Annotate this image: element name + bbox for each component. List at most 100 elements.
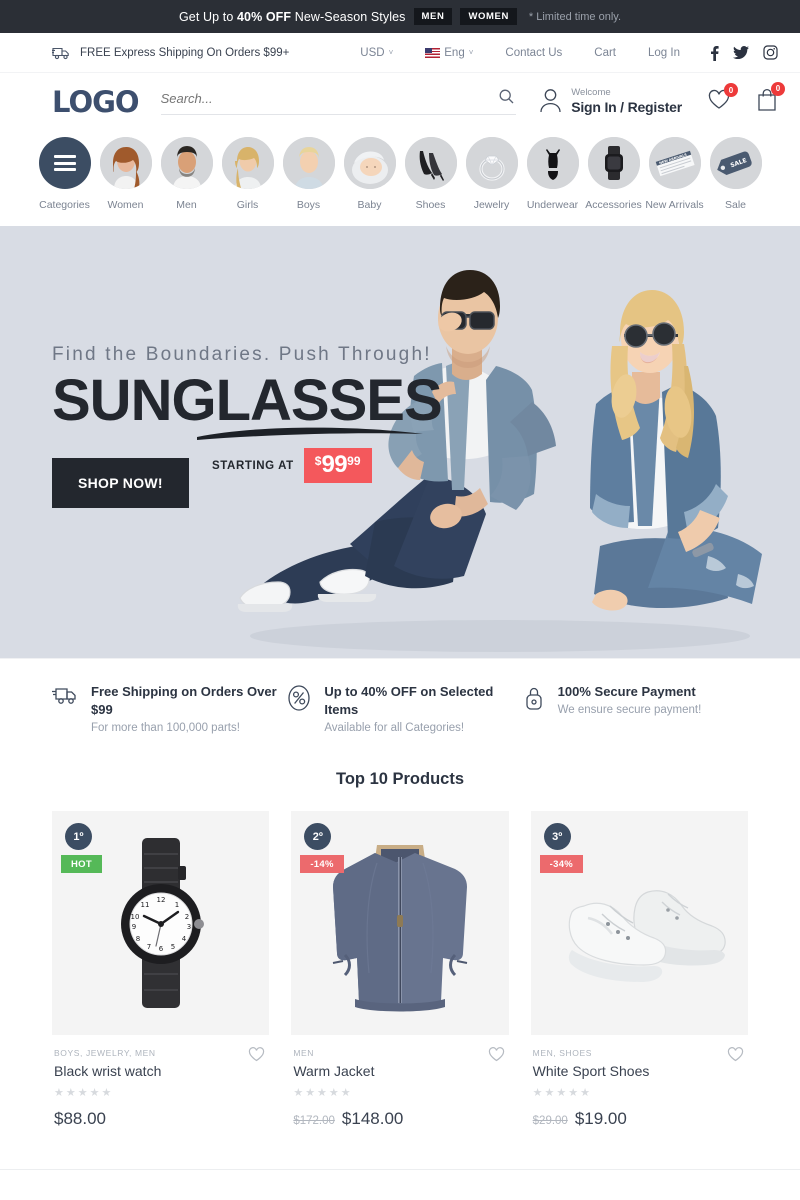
- product-image[interactable]: 3º -34%: [530, 811, 748, 1036]
- category-item-accessories[interactable]: Accessories: [583, 137, 644, 212]
- product-name[interactable]: Warm Jacket: [293, 1063, 506, 1079]
- site-header: LOGO Welcome Sign In / Register 0: [0, 73, 800, 131]
- categories-circle: [38, 137, 91, 189]
- category-label: Jewelry: [473, 199, 510, 211]
- product-card[interactable]: 3º -34% MEN, SHOES White Sport Shoes ★★★…: [530, 811, 748, 1129]
- features-strip: Free Shipping on Orders Over $99 For mor…: [0, 658, 800, 762]
- page-root: Get Up to 40% OFF New-Season Styles MEN …: [0, 0, 800, 1171]
- category-item-new-arrivals[interactable]: NEW ARRIVALS New Arrivals: [644, 137, 705, 212]
- new-arrivals-tag-icon: NEW ARRIVALS: [648, 137, 701, 189]
- wishlist-toggle[interactable]: [727, 1047, 744, 1065]
- user-icon[interactable]: [539, 87, 562, 118]
- category-item-girls[interactable]: Girls: [217, 137, 278, 212]
- black-wrist-watch-image: 12 12 345 678 9 1011: [85, 828, 236, 1019]
- promo-note: * Limited time only.: [528, 10, 622, 23]
- truck-icon: [52, 685, 78, 710]
- svg-text:6: 6: [158, 945, 163, 953]
- product-categories[interactable]: MEN: [293, 1048, 506, 1058]
- product-categories[interactable]: MEN, SHOES: [533, 1048, 746, 1058]
- svg-text:12: 12: [156, 896, 165, 904]
- twitter-icon[interactable]: [733, 46, 749, 59]
- product-name[interactable]: Black wrist watch: [54, 1063, 267, 1079]
- svg-text:11: 11: [140, 901, 149, 909]
- site-logo[interactable]: LOGO: [52, 85, 140, 119]
- cart-link[interactable]: Cart: [578, 47, 632, 59]
- warm-jacket-image: [314, 823, 485, 1024]
- product-price-row: $88.00: [54, 1109, 267, 1129]
- search-icon: [499, 89, 514, 107]
- currency-selector[interactable]: USD ˅: [344, 47, 409, 59]
- product-info: MEN Warm Jacket ★★★★★ $172.00 $148.00: [291, 1035, 508, 1129]
- feature-text: Free Shipping on Orders Over $99 For mor…: [91, 683, 277, 734]
- category-item-sale[interactable]: SALE Sale: [705, 137, 766, 212]
- svg-text:1: 1: [174, 901, 178, 909]
- us-flag-icon: [425, 47, 441, 58]
- promo-chip-men[interactable]: MEN: [413, 8, 453, 25]
- product-price-original: $172.00: [293, 1115, 335, 1128]
- category-item-categories[interactable]: Categories: [34, 137, 95, 212]
- svg-text:2: 2: [184, 913, 188, 921]
- utility-bar: FREE Express Shipping On Orders $99+ USD…: [0, 33, 800, 73]
- product-categories[interactable]: BOYS, JEWELRY, MEN: [54, 1048, 267, 1058]
- search-input[interactable]: [160, 90, 497, 106]
- footer-divider: [0, 1169, 800, 1171]
- rank-badge: 3º: [543, 823, 571, 851]
- svg-text:10: 10: [130, 913, 139, 921]
- feature-desc: We ensure secure payment!: [557, 704, 702, 717]
- category-label: Baby: [357, 199, 382, 211]
- product-info: MEN, SHOES White Sport Shoes ★★★★★ $29.0…: [531, 1035, 748, 1129]
- category-label: Accessories: [585, 199, 642, 211]
- feature-title: Free Shipping on Orders Over $99: [91, 684, 277, 718]
- search-button[interactable]: [497, 89, 516, 107]
- wishlist-button[interactable]: 0: [707, 83, 738, 115]
- hero-price-main: 99: [321, 451, 348, 479]
- category-label: Men: [176, 199, 197, 211]
- signin-register-link[interactable]: Sign In / Register: [571, 99, 682, 115]
- lock-icon: [523, 685, 545, 716]
- login-link[interactable]: Log In: [632, 47, 696, 59]
- category-item-underwear[interactable]: Underwear: [522, 137, 583, 212]
- category-item-men[interactable]: Men: [156, 137, 217, 212]
- product-name[interactable]: White Sport Shoes: [533, 1063, 746, 1079]
- promo-chip-women[interactable]: WOMEN: [460, 8, 517, 25]
- feature-title: 100% Secure Payment: [557, 684, 696, 700]
- category-item-shoes[interactable]: Shoes: [400, 137, 461, 212]
- product-card[interactable]: 2º -14% MEN Warm Jacket ★★★★★ $172.00 $1…: [291, 811, 509, 1129]
- lingerie-icon: [526, 137, 579, 189]
- contact-us-link[interactable]: Contact Us: [489, 47, 578, 59]
- hero-price-currency: $: [314, 454, 322, 469]
- category-item-jewelry[interactable]: Jewelry: [461, 137, 522, 212]
- category-label: Women: [107, 199, 144, 211]
- product-image[interactable]: 1º HOT 12 1 2 345 678 9 10 11: [52, 811, 270, 1036]
- feature-text: 100% Secure Payment We ensure secure pay…: [558, 683, 702, 716]
- products-heading: Top 10 Products: [335, 770, 465, 789]
- ring-icon: [465, 137, 518, 189]
- svg-text:4: 4: [181, 935, 186, 943]
- category-item-boys[interactable]: Boys: [278, 137, 339, 212]
- language-selector[interactable]: Eng ˅: [409, 47, 489, 59]
- category-item-baby[interactable]: Baby: [339, 137, 400, 212]
- category-item-women[interactable]: Women: [95, 137, 156, 212]
- shipping-note: FREE Express Shipping On Orders $99+: [52, 46, 289, 60]
- products-grid: 1º HOT 12 1 2 345 678 9 10 11 BOYS, JEWE…: [0, 811, 800, 1169]
- category-label: New Arrivals: [645, 199, 704, 211]
- smartwatch-icon: [587, 137, 640, 189]
- svg-text:5: 5: [170, 943, 174, 951]
- heart-outline-icon: [488, 1047, 505, 1065]
- hero-price-decimals: 99: [347, 454, 361, 469]
- rank-badge: 1º: [65, 823, 92, 851]
- category-label: Boys: [296, 199, 321, 211]
- feature-discount: Up to 40% OFF on Selected Items Availabl…: [287, 683, 512, 734]
- signin-block[interactable]: Welcome Sign In / Register: [571, 88, 682, 116]
- shop-now-button[interactable]: SHOP NOW!: [52, 458, 189, 509]
- product-card[interactable]: 1º HOT 12 1 2 345 678 9 10 11 BOYS, JEWE…: [52, 811, 270, 1129]
- category-label: Categories: [39, 199, 90, 211]
- instagram-icon[interactable]: [763, 45, 778, 60]
- product-image[interactable]: 2º -14%: [291, 811, 509, 1036]
- promo-bar: Get Up to 40% OFF New-Season Styles MEN …: [0, 0, 800, 33]
- cart-button[interactable]: 0: [756, 81, 785, 117]
- facebook-icon[interactable]: [710, 45, 719, 61]
- wishlist-toggle[interactable]: [248, 1047, 265, 1065]
- hero-banner: Find the Boundaries. Push Through! SUNGL…: [0, 226, 800, 659]
- wishlist-toggle[interactable]: [488, 1047, 505, 1065]
